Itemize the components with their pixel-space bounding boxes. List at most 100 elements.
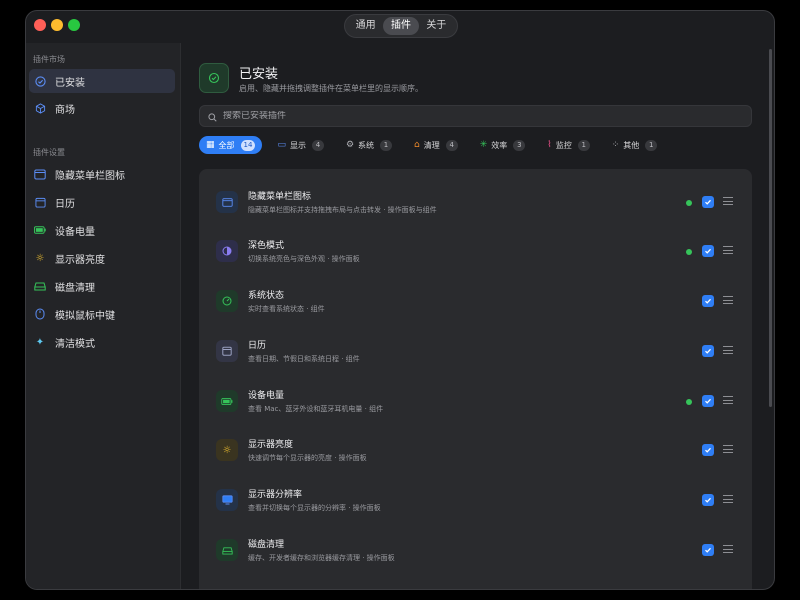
sidebar-item-label: 已安装 xyxy=(55,77,85,89)
sidebar-item-label: 清洁模式 xyxy=(55,338,95,350)
sidebar-item-battery[interactable]: 设备电量 xyxy=(29,218,175,242)
plugin-enable-checkbox[interactable] xyxy=(702,196,714,208)
drag-handle-icon[interactable] xyxy=(723,346,733,356)
tab-plugins[interactable]: 插件 xyxy=(383,17,419,35)
plugin-row-resolution: 显示器分辨率 查看并切换每个显示器的分辨率 · 操作面板 xyxy=(199,475,752,525)
close-window-button[interactable] xyxy=(34,19,46,31)
app-window: 通用 插件 关于 插件市场 已安装 商场 插件设置 隐藏菜单栏图标 日历 设备电… xyxy=(25,10,775,590)
grid-icon: ▦ xyxy=(206,140,215,150)
sidebar-item-clean-mode[interactable]: ✦ 清洁模式 xyxy=(29,330,175,354)
plugin-description: 查看并切换每个显示器的分辨率 · 操作面板 xyxy=(248,504,381,512)
filter-label: 清理 xyxy=(423,140,440,150)
sidebar-item-label: 模拟鼠标中键 xyxy=(55,310,115,322)
chart-icon: ⌇ xyxy=(547,140,552,150)
drag-handle-icon[interactable] xyxy=(723,246,733,256)
filter-system[interactable]: ⚙ 系统 1 xyxy=(339,136,399,154)
plugin-enable-checkbox[interactable] xyxy=(702,345,714,357)
filter-count: 3 xyxy=(513,139,526,151)
filter-label: 其他 xyxy=(623,140,640,150)
sidebar-item-store[interactable]: 商场 xyxy=(29,96,175,120)
plugin-description: 隐藏菜单栏图标并支持拖拽布局与点击转发 · 操作面板与组件 xyxy=(248,206,437,214)
sidebar-item-label: 设备电量 xyxy=(55,226,95,238)
plugin-title: 显示器分辨率 xyxy=(248,490,303,500)
sidebar-section-market: 插件市场 xyxy=(33,55,65,64)
top-tab-switcher: 通用 插件 关于 xyxy=(344,14,458,38)
sidebar-item-label: 隐藏菜单栏图标 xyxy=(55,170,125,182)
filter-count: 4 xyxy=(445,139,458,151)
search-bar xyxy=(199,105,752,127)
plugin-enable-checkbox[interactable] xyxy=(702,245,714,257)
sidebar-item-middle-click[interactable]: 模拟鼠标中键 xyxy=(29,302,175,326)
sun-icon: ☼ xyxy=(35,252,45,264)
plugin-description: 切换系统亮色与深色外观 · 操作面板 xyxy=(248,255,360,263)
check-circle-icon xyxy=(34,75,46,87)
category-filters: ▦ 全部 14 ▭ 显示 4 ⚙ 系统 1 ⌂ 清理 4 ✳ 效率 3 ⌇ 监控… xyxy=(199,135,672,155)
drive-icon xyxy=(216,539,238,561)
filter-count: 1 xyxy=(380,139,393,151)
tab-about[interactable]: 关于 xyxy=(419,17,454,35)
plugin-row-hide-menubar: 隐藏菜单栏图标 隐藏菜单栏图标并支持拖拽布局与点击转发 · 操作面板与组件 xyxy=(199,177,752,227)
sidebar-item-installed[interactable]: 已安装 xyxy=(29,69,175,93)
plugin-description: 实时查看系统状态 · 组件 xyxy=(248,305,325,313)
drag-handle-icon[interactable] xyxy=(723,495,733,505)
bolt-icon: ✳ xyxy=(479,140,488,150)
plugin-row-dark-mode: 深色模式 切换系统亮色与深色外观 · 操作面板 xyxy=(199,226,752,276)
plugin-description: 查看 Mac、蓝牙外设和蓝牙耳机电量 · 组件 xyxy=(248,405,384,413)
filter-count: 1 xyxy=(577,139,590,151)
plugin-row-brightness: ☼ 显示器亮度 快速调节每个显示器的亮度 · 操作面板 xyxy=(199,425,752,475)
filter-count: 4 xyxy=(311,139,324,151)
plugin-title: 磁盘清理 xyxy=(248,540,285,550)
filter-label: 全部 xyxy=(218,140,235,150)
filter-label: 监控 xyxy=(555,140,572,150)
sidebar-item-label: 日历 xyxy=(55,198,75,210)
plugin-enable-checkbox[interactable] xyxy=(702,444,714,456)
drag-handle-icon[interactable] xyxy=(723,445,733,455)
filter-cleanup[interactable]: ⌂ 清理 4 xyxy=(407,136,465,154)
drag-handle-icon[interactable] xyxy=(723,396,733,406)
filter-efficiency[interactable]: ✳ 效率 3 xyxy=(473,136,533,154)
monitor-icon xyxy=(216,489,238,511)
plugin-title: 系统状态 xyxy=(248,291,285,301)
filter-label: 系统 xyxy=(358,140,375,150)
filter-monitor[interactable]: ⌇ 监控 1 xyxy=(540,136,596,154)
page-subtitle: 启用、隐藏并拖拽调整插件在菜单栏里的显示顺序。 xyxy=(239,84,423,93)
minimize-window-button[interactable] xyxy=(51,19,63,31)
enabled-status-dot xyxy=(686,399,692,405)
scrollbar[interactable] xyxy=(769,49,772,407)
menubar-icon xyxy=(216,191,238,213)
sidebar-item-brightness[interactable]: ☼ 显示器亮度 xyxy=(29,246,175,270)
plugin-enable-checkbox[interactable] xyxy=(702,494,714,506)
sidebar-section-settings: 插件设置 xyxy=(33,148,65,157)
sidebar-item-calendar[interactable]: 日历 xyxy=(29,190,175,214)
gear-icon: ⚙ xyxy=(345,140,355,150)
calendar-icon xyxy=(34,196,46,208)
menubar-icon xyxy=(34,168,46,180)
page-title: 已安装 xyxy=(239,67,279,82)
plugin-title: 隐藏菜单栏图标 xyxy=(248,192,312,202)
filter-display[interactable]: ▭ 显示 4 xyxy=(270,136,331,154)
broom-icon: ⌂ xyxy=(414,140,420,150)
half-circle-icon xyxy=(216,240,238,262)
installed-header-icon xyxy=(199,63,229,93)
drag-handle-icon[interactable] xyxy=(723,296,733,306)
filter-other[interactable]: ⁘ 其他 1 xyxy=(605,136,665,154)
plugin-description: 缓存、开发者缓存和浏览器缓存清理 · 操作面板 xyxy=(248,554,395,562)
titlebar: 通用 插件 关于 xyxy=(26,11,774,43)
plugin-description: 快速调节每个显示器的亮度 · 操作面板 xyxy=(248,454,367,462)
plugin-enable-checkbox[interactable] xyxy=(702,395,714,407)
sidebar-item-label: 磁盘清理 xyxy=(55,282,95,294)
sidebar-item-disk-clean[interactable]: 磁盘清理 xyxy=(29,274,175,298)
plugin-enable-checkbox[interactable] xyxy=(702,544,714,556)
gauge-icon xyxy=(216,290,238,312)
filter-all[interactable]: ▦ 全部 14 xyxy=(199,136,263,154)
plugin-row-system-status: 系统状态 实时查看系统状态 · 组件 xyxy=(199,276,752,326)
filter-count: 1 xyxy=(645,139,658,151)
drag-handle-icon[interactable] xyxy=(723,197,733,207)
drag-handle-icon[interactable] xyxy=(723,545,733,555)
plugin-row-battery: 设备电量 查看 Mac、蓝牙外设和蓝牙耳机电量 · 组件 xyxy=(199,376,752,426)
tab-general[interactable]: 通用 xyxy=(348,17,383,35)
plugin-enable-checkbox[interactable] xyxy=(702,295,714,307)
search-input[interactable] xyxy=(223,111,723,121)
sidebar-item-hide-menubar[interactable]: 隐藏菜单栏图标 xyxy=(29,162,175,186)
maximize-window-button[interactable] xyxy=(68,19,80,31)
